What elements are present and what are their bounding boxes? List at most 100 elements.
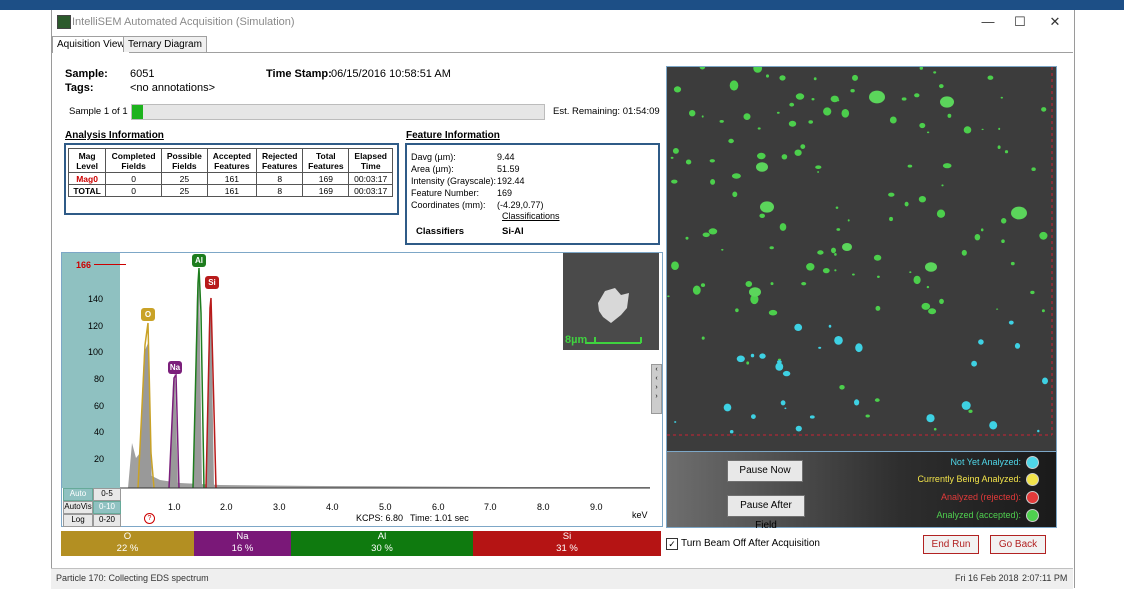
element-name: Si (562, 531, 572, 542)
close-icon[interactable]: ✕ (1045, 13, 1065, 31)
y-tick-label: 80 (94, 374, 105, 384)
go-back-button[interactable]: Go Back (990, 535, 1046, 554)
sem-particle (904, 201, 909, 207)
sem-particle (942, 163, 952, 169)
sem-particle (889, 116, 897, 124)
status-dot-icon (1026, 509, 1039, 522)
cell: 0 (105, 184, 163, 197)
x-axis-unit: keV (632, 510, 648, 520)
beam-off-checkbox[interactable]: ✓ (666, 538, 678, 550)
sem-particle (750, 353, 755, 358)
sem-particle (918, 196, 926, 203)
sem-particle (789, 102, 795, 107)
sem-particle (757, 152, 766, 160)
tab-ternary-diagram[interactable]: Ternary Diagram (123, 36, 207, 52)
classifiers-value: Si-Al (502, 226, 524, 237)
analysis-info-box: Mag Level Completed Fields Possible Fields … (64, 143, 399, 215)
help-icon[interactable]: ? (144, 513, 155, 524)
element-bar-o: O 22 % (61, 531, 194, 556)
sem-particle (782, 370, 791, 377)
legend-being-analyzed: Currently Being Analyzed: (917, 474, 1021, 484)
sem-particle (909, 271, 912, 274)
sem-particle (963, 126, 972, 134)
range-0-20-button[interactable]: 0-20 (93, 514, 121, 527)
range-0-10-button[interactable]: 0-10 (93, 501, 121, 514)
tab-acquisition-view[interactable]: Aquisition View (52, 36, 130, 53)
sem-particle (971, 360, 977, 367)
cell: 8 (256, 172, 304, 185)
maximize-icon[interactable]: ☐ (1010, 13, 1030, 31)
pause-after-field-button[interactable]: Pause After Field (727, 495, 805, 531)
sample-value: 6051 (130, 68, 155, 80)
sem-particle (708, 228, 718, 235)
sem-particle (1030, 290, 1035, 295)
sem-particle (723, 403, 732, 412)
y-tick-label: 120 (88, 321, 104, 331)
x-tick-label: 1.0 (168, 502, 181, 512)
end-run-button[interactable]: End Run (923, 535, 979, 554)
collapse-handle[interactable]: ‹ ‹ › › (651, 364, 662, 414)
element-percent: 30 % (371, 543, 393, 554)
sem-particle (926, 285, 930, 289)
sem-particle (751, 414, 756, 419)
sem-particle (1042, 377, 1048, 385)
status-dot-icon (1026, 456, 1039, 469)
cell: TOTAL (67, 184, 107, 197)
cell: 169 (302, 184, 350, 197)
analysis-header-row: Mag Level Completed Fields Possible Fields … (67, 148, 393, 173)
y-tick-label: 140 (88, 294, 104, 304)
range-0-5-button[interactable]: 0-5 (93, 488, 121, 501)
x-tick-label: 5.0 (379, 502, 392, 512)
feature-key: Intensity (Grayscale): (411, 176, 497, 186)
sample-progress-text: Sample 1 of 1 (69, 106, 128, 117)
pause-now-button[interactable]: Pause Now (727, 460, 803, 482)
sem-particle (980, 228, 984, 232)
classifications-link[interactable]: Classifications (502, 211, 560, 221)
sem-particle (732, 191, 738, 198)
sem-particle (939, 298, 944, 304)
analysis-info-title: Analysis Information (65, 130, 164, 141)
sem-particle (907, 164, 913, 168)
tags-value: <no annotations> (130, 82, 216, 94)
x-tick-label: 7.0 (484, 502, 497, 512)
status-dot-icon (1026, 473, 1039, 486)
sem-particle (673, 86, 682, 93)
sem-particle (781, 154, 788, 160)
sem-particle (699, 64, 706, 70)
sem-particle (926, 131, 930, 134)
sem-particle (830, 95, 839, 103)
sem-particle (961, 401, 971, 410)
feature-value: (-4.29,0.77) (497, 200, 544, 210)
element-bar-al: Al 30 % (291, 531, 473, 556)
sem-particle (794, 323, 803, 331)
app-icon (57, 15, 71, 29)
table-row[interactable]: Mag0 0 25 161 8 169 00:03:17 (67, 172, 393, 185)
y-tick-label: 60 (94, 401, 105, 411)
sem-particle-large (756, 162, 768, 172)
legend-analyzed-rejected: Analyzed (rejected): (940, 492, 1021, 502)
element-percent: 16 % (231, 543, 254, 554)
sem-particle-large (1011, 206, 1027, 220)
minimize-icon[interactable]: — (978, 13, 998, 31)
sem-particle (1014, 343, 1021, 349)
feature-key: Feature Number: (411, 188, 480, 198)
peak-label-na: Na (168, 361, 182, 374)
sem-particle (852, 74, 858, 81)
sem-particle (813, 77, 817, 81)
sem-particle (710, 179, 716, 185)
autovis-button[interactable]: AutoVis (63, 501, 93, 514)
auto-button[interactable]: Auto (63, 488, 93, 501)
sem-particle (852, 273, 855, 276)
sem-particle (700, 283, 706, 287)
log-button[interactable]: Log (63, 514, 93, 527)
sem-particle (823, 107, 832, 116)
x-tick-label: 9.0 (590, 502, 603, 512)
sem-particle (921, 302, 931, 310)
table-row[interactable]: TOTAL 0 25 161 8 169 00:03:17 (67, 184, 393, 197)
sem-particle (875, 305, 881, 311)
sem-particle (766, 74, 769, 78)
sem-particle (941, 184, 944, 187)
cell: Mag0 (67, 172, 107, 185)
timestamp-value: 06/15/2016 10:58:51 AM (331, 68, 451, 80)
feature-key: Coordinates (mm): (411, 200, 486, 210)
